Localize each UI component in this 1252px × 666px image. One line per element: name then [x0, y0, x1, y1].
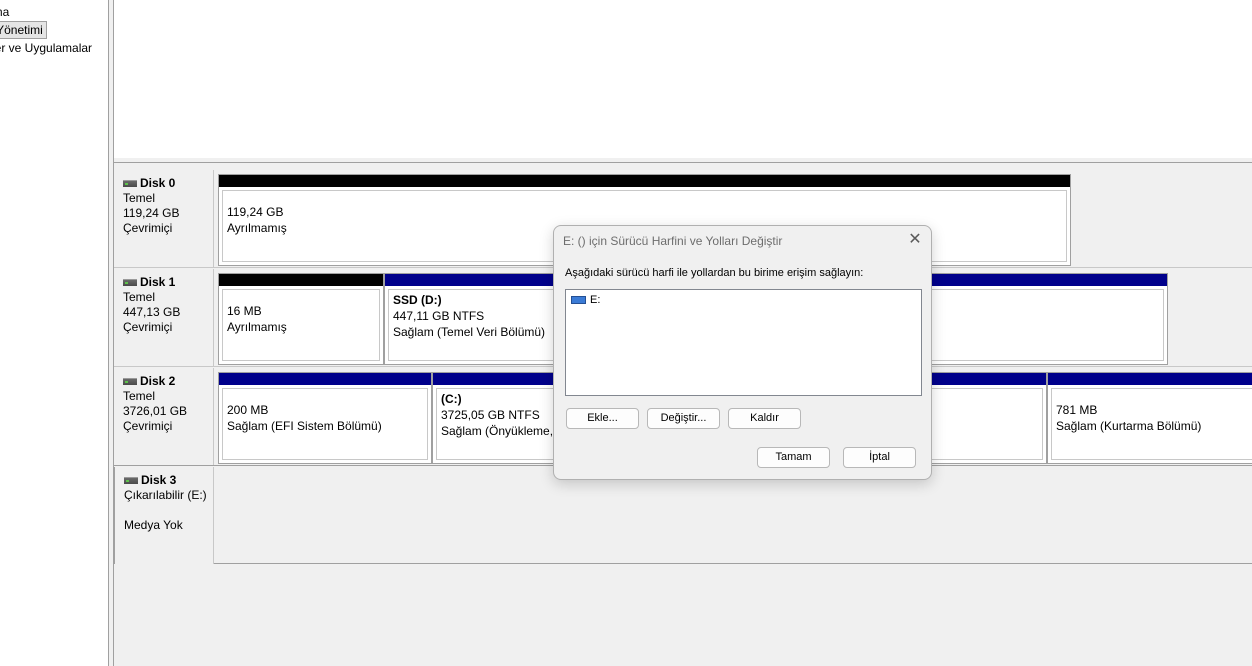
disk-0-name: Disk 0 [140, 176, 176, 190]
disk-0-type: Temel [123, 191, 156, 205]
change-drive-letter-dialog: E: () için Sürücü Harfini ve Yolları Değ… [553, 225, 932, 480]
disk-drive-icon [123, 180, 137, 187]
unallocated-bar [219, 274, 383, 286]
partition-size: 16 MB [227, 304, 262, 318]
partition-status: Ayrılmamış [227, 320, 287, 334]
tree-item-storage[interactable]: ama [0, 4, 9, 20]
disk-drive-icon [123, 279, 137, 286]
disk-drive-icon [123, 378, 137, 385]
partition-size: 200 MB [227, 403, 269, 417]
dialog-description: Aşağıdaki sürücü harfi ile yollardan bu … [565, 267, 864, 279]
disk-1-type: Temel [123, 290, 156, 304]
volume-list-pane [114, 0, 1252, 158]
remove-button[interactable]: Kaldır [728, 408, 801, 429]
disk-1-size: 447,13 GB [123, 305, 181, 319]
disk-2-efi-partition[interactable]: 200 MB Sağlam (EFI Sistem Bölümü) [218, 372, 432, 464]
disk-2-label[interactable]: Disk 2 Temel 3726,01 GB Çevrimiçi [114, 368, 214, 465]
close-icon[interactable]: ✕ [907, 232, 923, 248]
dialog-title: E: () için Sürücü Harfini ve Yolları Değ… [563, 234, 783, 248]
list-item-label: E: [590, 294, 601, 306]
disk-0-label[interactable]: Disk 0 Temel 119,24 GB Çevrimiçi [114, 170, 214, 267]
drive-letter-icon [571, 296, 586, 304]
disk-3-status: Medya Yok [124, 518, 183, 532]
primary-partition-bar [219, 373, 431, 385]
disk-1-unallocated-partition[interactable]: 16 MB Ayrılmamış [218, 273, 384, 365]
tree-item-services-applications[interactable]: cler ve Uygulamalar [0, 40, 92, 56]
disk-2-name: Disk 2 [140, 374, 176, 388]
disk-3-name: Disk 3 [141, 473, 177, 487]
disk-2-size: 3726,01 GB [123, 404, 188, 418]
disk-0-size: 119,24 GB [123, 206, 180, 220]
drive-paths-list[interactable]: E: [565, 289, 922, 396]
ok-button[interactable]: Tamam [757, 447, 830, 468]
disk-2-recovery-partition[interactable]: 781 MB Sağlam (Kurtarma Bölümü) [1047, 372, 1252, 464]
partition-size: 781 MB [1056, 403, 1098, 417]
navigation-tree: ama k Yönetimi cler ve Uygulamalar [0, 0, 108, 666]
partition-size: 119,24 GB [227, 205, 284, 219]
cancel-button[interactable]: İptal [843, 447, 916, 468]
disk-drive-icon [124, 477, 138, 484]
add-button[interactable]: Ekle... [566, 408, 639, 429]
disk-0-status: Çevrimiçi [123, 221, 173, 235]
disk-3-type: Çıkarılabilir (E:) [124, 488, 207, 502]
disk-1-status: Çevrimiçi [123, 320, 173, 334]
disk-2-type: Temel [123, 389, 156, 403]
disk-1-name: Disk 1 [140, 275, 176, 289]
unallocated-bar [219, 175, 1070, 187]
partition-name: (C:) [441, 392, 462, 406]
partition-status: Sağlam (Kurtarma Bölümü) [1056, 419, 1202, 433]
disk-3-label[interactable]: Disk 3 Çıkarılabilir (E:) Medya Yok [114, 467, 214, 564]
partition-name: SSD (D:) [393, 293, 442, 307]
partition-status: Sağlam (EFI Sistem Bölümü) [227, 419, 382, 433]
tree-item-disk-management[interactable]: k Yönetimi [0, 21, 47, 39]
list-item[interactable]: E: [571, 294, 600, 306]
disk-2-status: Çevrimiçi [123, 419, 173, 433]
primary-partition-bar [1048, 373, 1252, 385]
disk-3-media-area [214, 467, 1252, 564]
disk-1-label[interactable]: Disk 1 Temel 447,13 GB Çevrimiçi [114, 269, 214, 366]
change-button[interactable]: Değiştir... [647, 408, 720, 429]
